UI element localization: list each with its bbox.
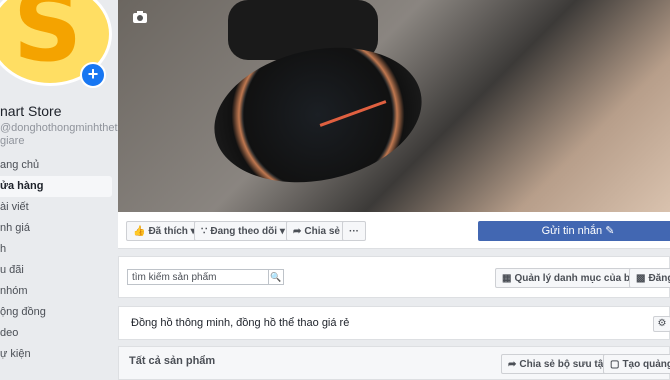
gear-icon[interactable]: ⚙ bbox=[653, 316, 670, 332]
share-collection-button[interactable]: ➦ Chia sẻ bộ sưu tập bbox=[501, 354, 617, 374]
product-search-input[interactable] bbox=[127, 269, 269, 285]
register-button[interactable]: ▩Đăng K bbox=[629, 268, 670, 288]
nav-item-community[interactable]: ộng đồng bbox=[0, 302, 112, 323]
share-icon: ➦ bbox=[293, 226, 302, 237]
add-square-icon: ▢ bbox=[610, 359, 620, 370]
nav-item-shop[interactable]: ửa hàng bbox=[0, 176, 112, 197]
left-sidebar: S + nart Store @donghothongminhtheth gia… bbox=[0, 0, 124, 377]
nav-item-reviews[interactable]: nh giá bbox=[0, 218, 112, 239]
create-ad-button[interactable]: ▢Tạo quảng cá bbox=[603, 354, 670, 374]
nav-item-posts[interactable]: ài viết bbox=[0, 197, 112, 218]
rss-icon: ∵ bbox=[201, 226, 208, 237]
cover-photo[interactable] bbox=[118, 0, 670, 212]
description-text: Đồng hồ thông minh, đồng hồ thể thao giá… bbox=[131, 317, 350, 329]
nav-item-home[interactable]: ang chủ bbox=[0, 155, 112, 176]
page-nav: ang chủ ửa hàng ài viết nh giá h u đãi n… bbox=[0, 155, 112, 365]
pencil-icon: ✎ bbox=[605, 225, 615, 237]
follow-button[interactable]: ∵ Đang theo dõi ▾ bbox=[194, 221, 292, 241]
shop-description: Đồng hồ thông minh, đồng hồ thể thao giá… bbox=[118, 306, 670, 340]
avatar-letter: S bbox=[13, 0, 83, 83]
grid-icon: ▦ bbox=[502, 273, 512, 284]
send-message-button[interactable]: Gửi tin nhắn ✎ bbox=[478, 221, 670, 241]
nav-item-events[interactable]: ự kiện bbox=[0, 344, 112, 365]
share-button[interactable]: ➦ Chia sẻ bbox=[286, 221, 347, 241]
thumbs-up-icon: 👍 bbox=[133, 226, 146, 237]
nav-item-videos[interactable]: deo bbox=[0, 323, 112, 344]
add-photo-icon[interactable]: + bbox=[80, 62, 106, 88]
shop-search-bar: 🔍 ▦Quản lý danh mục của bạn ▩Đăng K bbox=[118, 256, 670, 298]
products-title: Tất cả sản phẩm bbox=[129, 355, 216, 367]
search-icon[interactable]: 🔍 bbox=[268, 269, 284, 285]
page-action-bar: 👍 Đã thích ▾ ∵ Đang theo dõi ▾ ➦ Chia sẻ ··… bbox=[118, 212, 670, 249]
register-icon: ▩ bbox=[636, 273, 646, 284]
camera-icon[interactable] bbox=[132, 10, 148, 24]
nav-item-groups[interactable]: nhóm bbox=[0, 281, 112, 302]
nav-item-photos[interactable]: h bbox=[0, 239, 112, 260]
nav-item-offers[interactable]: u đãi bbox=[0, 260, 112, 281]
products-header: Tất cả sản phẩm ➦ Chia sẻ bộ sưu tập ▢ Tạo… bbox=[118, 346, 670, 380]
page-title[interactable]: nart Store bbox=[0, 103, 61, 119]
share-icon: ➦ bbox=[508, 359, 517, 370]
more-button[interactable]: ··· bbox=[342, 221, 366, 241]
like-button[interactable]: 👍 Đã thích ▾ bbox=[126, 221, 203, 241]
page-username[interactable]: @donghothongminhtheth giare bbox=[0, 122, 124, 148]
manage-catalog-button[interactable]: ▦ Quản lý danh mục của bạn bbox=[495, 268, 649, 288]
